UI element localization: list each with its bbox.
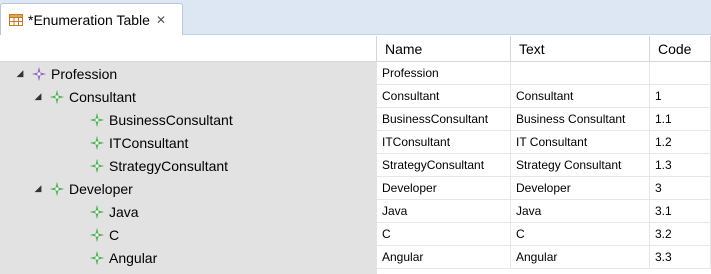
table-row[interactable]: Java Java Java 3.1 — [0, 200, 711, 223]
column-header-code[interactable]: Code — [650, 36, 711, 62]
cell-name[interactable]: ITConsultant — [377, 131, 511, 154]
cell-text[interactable]: Angular — [511, 246, 650, 269]
green-star-icon — [90, 158, 104, 173]
editor-tab-bar: *Enumeration Table ✕ — [0, 0, 711, 35]
table-row[interactable]: BusinessConsultant BusinessConsultant Busi… — [0, 108, 711, 131]
tab-enumeration-table[interactable]: *Enumeration Table ✕ — [0, 3, 183, 35]
cell-code[interactable]: 3.3 — [650, 246, 711, 269]
table-row[interactable]: StrategyConsultant StrategyConsultant Stra… — [0, 154, 711, 177]
cell-name[interactable]: BusinessConsultant — [377, 108, 511, 131]
expand-toggle-icon[interactable]: ◢ — [14, 68, 26, 79]
cell-name[interactable]: C — [377, 223, 511, 246]
tree-cell[interactable]: ◢ Developer — [0, 177, 377, 200]
cell-text[interactable]: Developer — [511, 177, 650, 200]
expand-toggle-icon[interactable]: ◢ — [32, 91, 44, 102]
cell-text[interactable]: Consultant — [511, 85, 650, 108]
green-star-icon — [90, 204, 104, 219]
table-row[interactable]: Angular Angular Angular 3.3 — [0, 246, 711, 269]
tree-cell[interactable]: ITConsultant — [0, 131, 377, 154]
cell-code[interactable]: 1.3 — [650, 154, 711, 177]
cell-text[interactable]: Java — [511, 200, 650, 223]
tree-cell[interactable]: Angular — [0, 246, 377, 269]
table-row[interactable]: ◢ Developer Developer Developer 3 — [0, 177, 711, 200]
table-icon — [9, 13, 23, 26]
column-header-text[interactable]: Text — [511, 36, 650, 62]
tree-node-label: Developer — [69, 180, 133, 197]
tree-node-label: StrategyConsultant — [109, 157, 229, 174]
green-star-icon — [90, 112, 104, 127]
table-row[interactable]: C C C 3.2 — [0, 223, 711, 246]
cell-code[interactable]: 1 — [650, 85, 711, 108]
enumeration-tree-table: Name Text Code ◢ Profession Profession ◢ Con… — [0, 36, 711, 274]
tree-cell[interactable]: ◢ Consultant — [0, 85, 377, 108]
cell-text[interactable] — [511, 62, 650, 85]
cell-name[interactable]: Angular — [377, 246, 511, 269]
cell-text[interactable]: Strategy Consultant — [511, 154, 650, 177]
table-row[interactable]: ITConsultant ITConsultant IT Consultant 1.2 — [0, 131, 711, 154]
tree-node-label: Angular — [109, 249, 158, 266]
tree-node-label: Profession — [51, 65, 118, 82]
green-star-icon — [90, 135, 104, 150]
tree-node-label: Java — [109, 203, 139, 220]
expand-toggle-icon[interactable]: ◢ — [32, 183, 44, 194]
cell-name[interactable]: Profession — [377, 62, 511, 85]
cell-code[interactable]: 3.2 — [650, 223, 711, 246]
cell-name[interactable]: Java — [377, 200, 511, 223]
tree-cell[interactable]: StrategyConsultant — [0, 154, 377, 177]
purple-star-icon — [32, 66, 46, 81]
tree-node-label: C — [109, 226, 120, 243]
cell-code[interactable] — [650, 62, 711, 85]
cell-code[interactable]: 3 — [650, 177, 711, 200]
cell-name[interactable]: Consultant — [377, 85, 511, 108]
green-star-icon — [50, 181, 64, 196]
cell-code[interactable]: 1.1 — [650, 108, 711, 131]
tree-node-label: Consultant — [69, 88, 136, 105]
green-star-icon — [50, 89, 64, 104]
cell-code[interactable]: 1.2 — [650, 131, 711, 154]
tree-column-header — [0, 36, 377, 62]
tab-title: *Enumeration Table — [28, 11, 150, 28]
tree-cell[interactable]: BusinessConsultant — [0, 108, 377, 131]
cell-code[interactable]: 3.1 — [650, 200, 711, 223]
green-star-icon — [90, 227, 104, 242]
cell-name[interactable]: Developer — [377, 177, 511, 200]
tree-cell[interactable]: C — [0, 223, 377, 246]
table-row[interactable]: ◢ Profession Profession — [0, 62, 711, 85]
cell-name[interactable]: StrategyConsultant — [377, 154, 511, 177]
cell-text[interactable]: IT Consultant — [511, 131, 650, 154]
cell-text[interactable]: Business Consultant — [511, 108, 650, 131]
table-row[interactable]: ◢ Consultant Consultant Consultant 1 — [0, 85, 711, 108]
column-header-name[interactable]: Name — [377, 36, 511, 62]
tree-node-label: ITConsultant — [109, 134, 189, 151]
tree-node-label: BusinessConsultant — [109, 111, 233, 128]
tree-cell[interactable]: ◢ Profession — [0, 62, 377, 85]
green-star-icon — [90, 250, 104, 265]
close-icon[interactable]: ✕ — [156, 14, 166, 26]
tree-cell[interactable]: Java — [0, 200, 377, 223]
cell-text[interactable]: C — [511, 223, 650, 246]
